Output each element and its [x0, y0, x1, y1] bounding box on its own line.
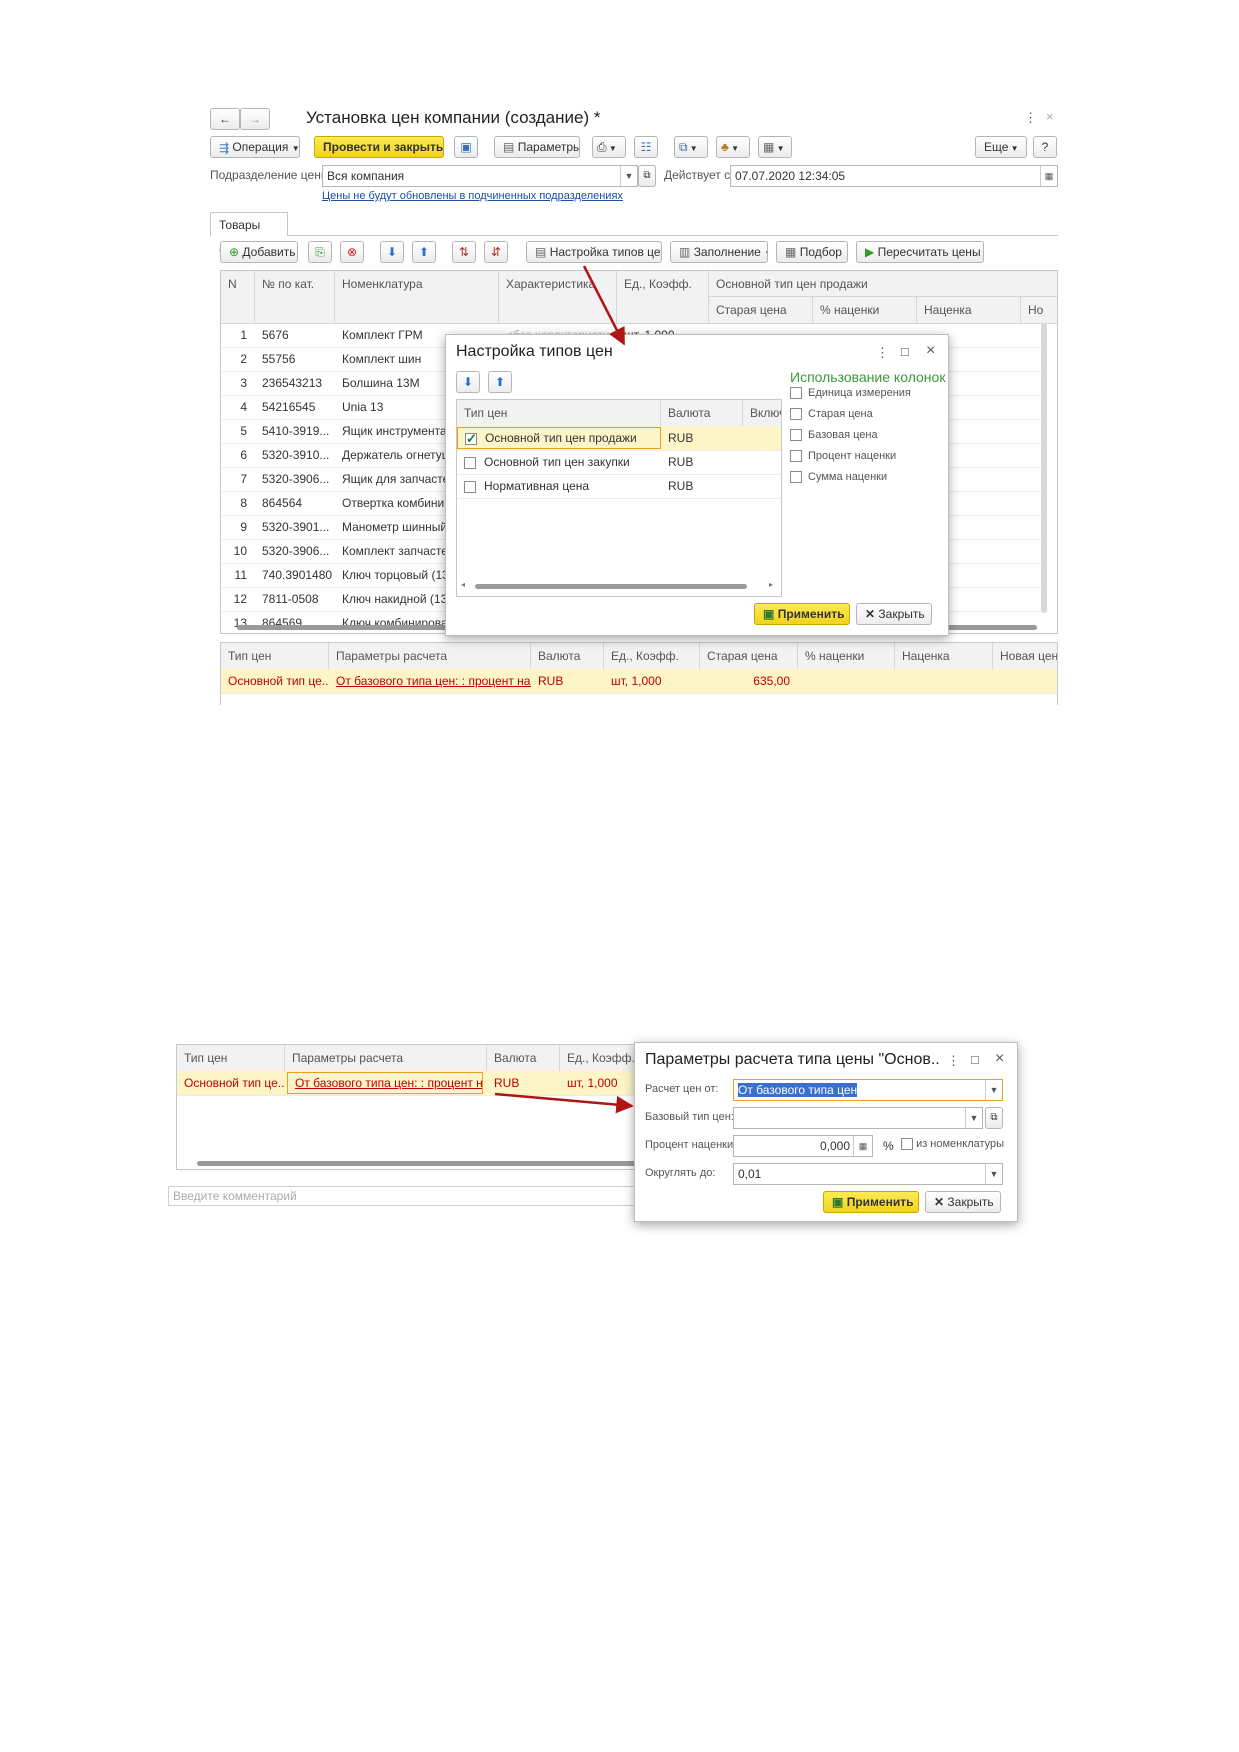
arrow-to-calc-params-dialog	[494, 1092, 634, 1114]
arrow-to-price-types-dialog	[582, 265, 626, 346]
annotation-arrows	[494, 265, 634, 1114]
